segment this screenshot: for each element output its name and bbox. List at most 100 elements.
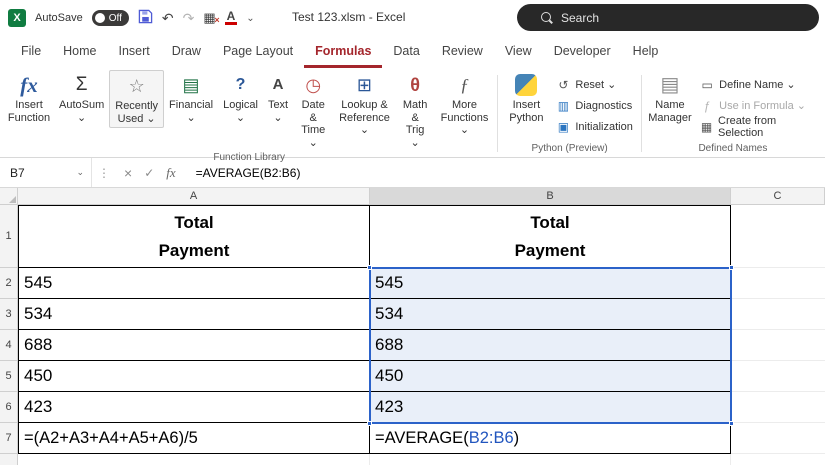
row-header-3[interactable]: 3 [0,299,18,330]
logical-label: Logical ⌄ [223,99,258,124]
cell-C2[interactable] [731,268,825,299]
insert-function-fx-icon[interactable]: fx [166,165,175,181]
cell-C1[interactable] [731,205,825,268]
cell-A8[interactable] [18,454,370,465]
save-icon [138,9,153,24]
cell-C4[interactable] [731,330,825,361]
select-all-corner[interactable] [0,188,18,205]
cell-A3[interactable]: 534 [18,299,370,330]
more-functions-button[interactable]: ƒ More Functions ⌄ [435,70,495,139]
tab-file[interactable]: File [10,36,52,68]
cell-B2[interactable]: 545 [370,268,731,299]
cell-B7-formula-reference: B2:B6 [469,429,514,448]
cell-B4[interactable]: 688 [370,330,731,361]
logical-button[interactable]: ? Logical ⌄ [218,70,263,126]
cell-C6[interactable] [731,392,825,423]
formula-input[interactable]: =AVERAGE(B2:B6) [184,166,301,180]
math-trig-button[interactable]: θ Math & Trig ⌄ [396,70,435,151]
tab-formulas[interactable]: Formulas [304,36,382,68]
tab-page-layout[interactable]: Page Layout [212,36,304,68]
initialization-button[interactable]: ▣ Initialization [551,116,637,137]
cell-A5-text: 450 [24,366,52,386]
insert-function-button[interactable]: fx Insert Function [4,70,54,126]
create-from-selection-label: Create from Selection [718,115,816,139]
cell-A4-text: 688 [24,335,52,355]
row-header-2[interactable]: 2 [0,268,18,299]
lookup-reference-icon: ⊞ [357,74,372,96]
sheet-row-8-partial [0,454,825,465]
cell-B1[interactable]: Total Payment [370,205,731,268]
undo-button[interactable]: ↶ [162,10,174,26]
tab-data[interactable]: Data [382,36,430,68]
redo-button[interactable]: ↷ [183,10,195,26]
autosave-state: Off [109,13,122,24]
tab-help[interactable]: Help [622,36,670,68]
row-header-6[interactable]: 6 [0,392,18,423]
group-function-library: fx Insert Function Σ AutoSum ⌄ ☆ Recentl… [4,70,494,157]
cell-B1-text: Total Payment [515,209,586,265]
enter-icon[interactable]: ✓ [144,166,154,180]
excel-app-icon[interactable] [8,9,26,27]
cell-A7[interactable]: =(A2+A3+A4+A5+A6)/5 [18,423,370,454]
customize-toolbar-chevron-icon[interactable]: ⌄ [246,13,254,24]
row-header-1[interactable]: 1 [0,205,18,268]
cell-A5[interactable]: 450 [18,361,370,392]
cell-B8[interactable] [370,454,731,465]
tab-developer[interactable]: Developer [543,36,622,68]
column-header-A[interactable]: A [18,188,370,205]
column-header-C[interactable]: C [731,188,825,205]
cell-A4[interactable]: 688 [18,330,370,361]
name-manager-button[interactable]: ▤ Name Manager [645,70,695,126]
group-defined-names: ▤ Name Manager ▭ Define Name ⌄ ƒ Use in … [645,70,821,157]
cell-A1[interactable]: Total Payment [18,205,370,268]
reset-button[interactable]: ↺ Reset ⌄ [551,74,637,95]
lookup-reference-button[interactable]: ⊞ Lookup & Reference ⌄ [333,70,395,139]
autosave-toggle[interactable]: Off [92,10,129,26]
cell-C7[interactable] [731,423,825,454]
row-header-4[interactable]: 4 [0,330,18,361]
cell-A2[interactable]: 545 [18,268,370,299]
create-from-selection-button[interactable]: ▦ Create from Selection [695,116,821,137]
row-header-5[interactable]: 5 [0,361,18,392]
tab-review[interactable]: Review [431,36,494,68]
search-input[interactable] [561,11,791,25]
tab-home[interactable]: Home [52,36,107,68]
autosum-button[interactable]: Σ AutoSum ⌄ [54,70,109,126]
financial-button[interactable]: ▤ Financial ⌄ [164,70,218,126]
cell-B6[interactable]: 423 [370,392,731,423]
use-in-formula-button[interactable]: ƒ Use in Formula ⌄ [695,95,821,116]
search-box[interactable] [517,4,819,31]
define-name-button[interactable]: ▭ Define Name ⌄ [695,74,821,95]
row-header-8[interactable] [0,454,18,465]
tab-insert[interactable]: Insert [108,36,161,68]
name-box-dropdown-icon[interactable]: ⌄ [76,167,84,178]
formula-bar-resize-handle[interactable]: ⋮ [92,166,116,180]
save-button[interactable] [138,9,153,27]
name-box[interactable]: B7 ⌄ [0,158,92,187]
text-button[interactable]: A Text ⌄ [263,70,293,126]
cell-A1-text: Total Payment [159,209,230,265]
column-header-B[interactable]: B [370,188,731,205]
diagnostics-button[interactable]: ▥ Diagnostics [551,95,637,116]
fx-icon: fx [20,74,38,96]
insert-python-button[interactable]: Insert Python [501,70,551,126]
cell-B7-active[interactable]: =AVERAGE(B2:B6) [370,423,731,454]
cancel-icon[interactable]: × [124,165,132,181]
cell-C8[interactable] [731,454,825,465]
cell-B5[interactable]: 450 [370,361,731,392]
delete-sheet-icon[interactable]: ▦ [203,10,215,26]
insert-python-label: Insert Python [509,99,543,124]
tab-draw[interactable]: Draw [161,36,212,68]
logical-icon: ? [236,74,246,96]
cell-C5[interactable] [731,361,825,392]
cell-A6[interactable]: 423 [18,392,370,423]
font-color-button[interactable]: A [225,11,238,25]
cell-B3[interactable]: 534 [370,299,731,330]
reset-icon: ↺ [556,78,570,92]
row-header-7[interactable]: 7 [0,423,18,454]
date-time-button[interactable]: ◷ Date & Time ⌄ [293,70,333,151]
cell-C3[interactable] [731,299,825,330]
recently-used-button[interactable]: ☆ Recently Used ⌄ [109,70,164,128]
group-label-python: Python (Preview) [501,142,637,157]
tab-view[interactable]: View [494,36,543,68]
